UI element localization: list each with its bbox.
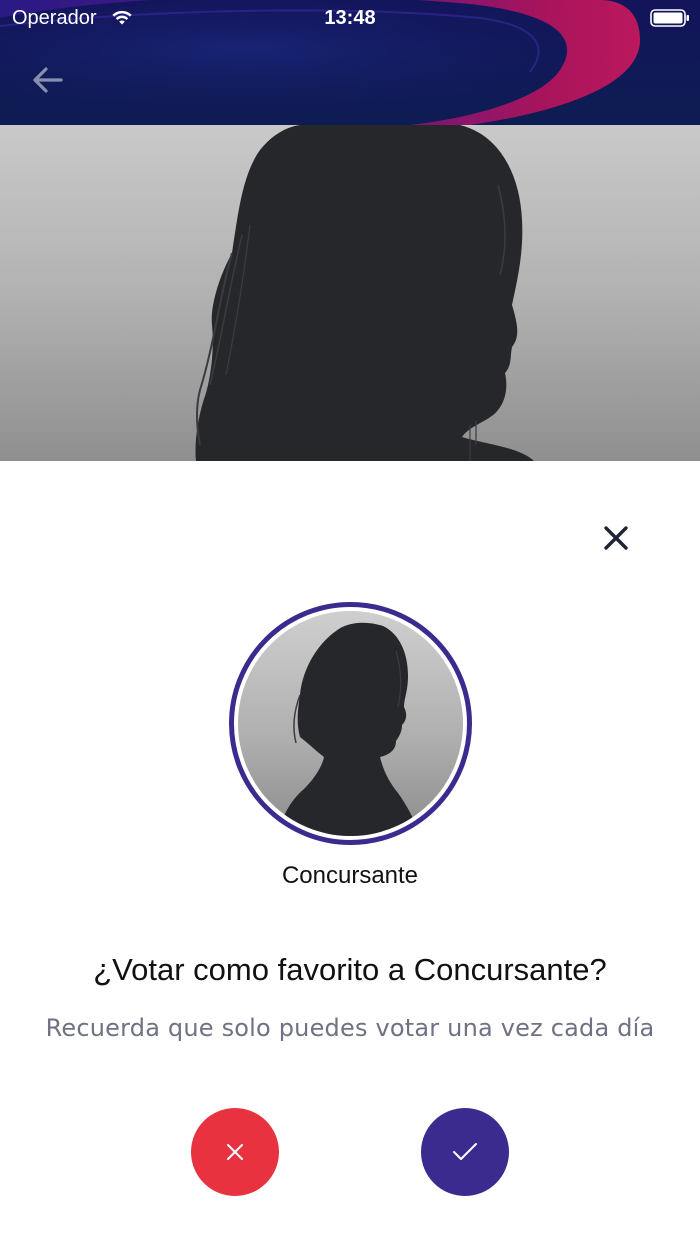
contestant-name: Concursante bbox=[281, 862, 419, 889]
battery-full-icon bbox=[650, 9, 689, 27]
back-button[interactable] bbox=[22, 58, 72, 102]
close-icon bbox=[604, 526, 628, 550]
contestant-avatar-ring bbox=[229, 602, 472, 845]
reject-vote-button[interactable] bbox=[191, 1108, 279, 1196]
vote-hint-text: Recuerda que solo puedes votar una vez c… bbox=[45, 1014, 655, 1042]
clock: 13:48 bbox=[324, 7, 376, 29]
app-header: Operador 13:48 bbox=[0, 0, 700, 125]
avatar-silhouette-image bbox=[278, 622, 420, 836]
silhouette-image bbox=[195, 125, 534, 461]
contestant-avatar bbox=[238, 611, 463, 836]
close-icon bbox=[227, 1144, 243, 1160]
contestant-hero-image bbox=[0, 125, 700, 461]
status-bar: Operador 13:48 bbox=[0, 0, 700, 40]
arrow-left-icon bbox=[33, 67, 63, 93]
close-dialog-button[interactable] bbox=[592, 514, 640, 562]
checkmark-icon bbox=[453, 1143, 477, 1160]
vote-question-title: ¿Votar como favorito a Concursante? bbox=[93, 952, 607, 987]
confirm-vote-button[interactable] bbox=[421, 1108, 509, 1196]
vote-dialog: Concursante ¿Votar como favorito a Concu… bbox=[0, 461, 700, 1244]
